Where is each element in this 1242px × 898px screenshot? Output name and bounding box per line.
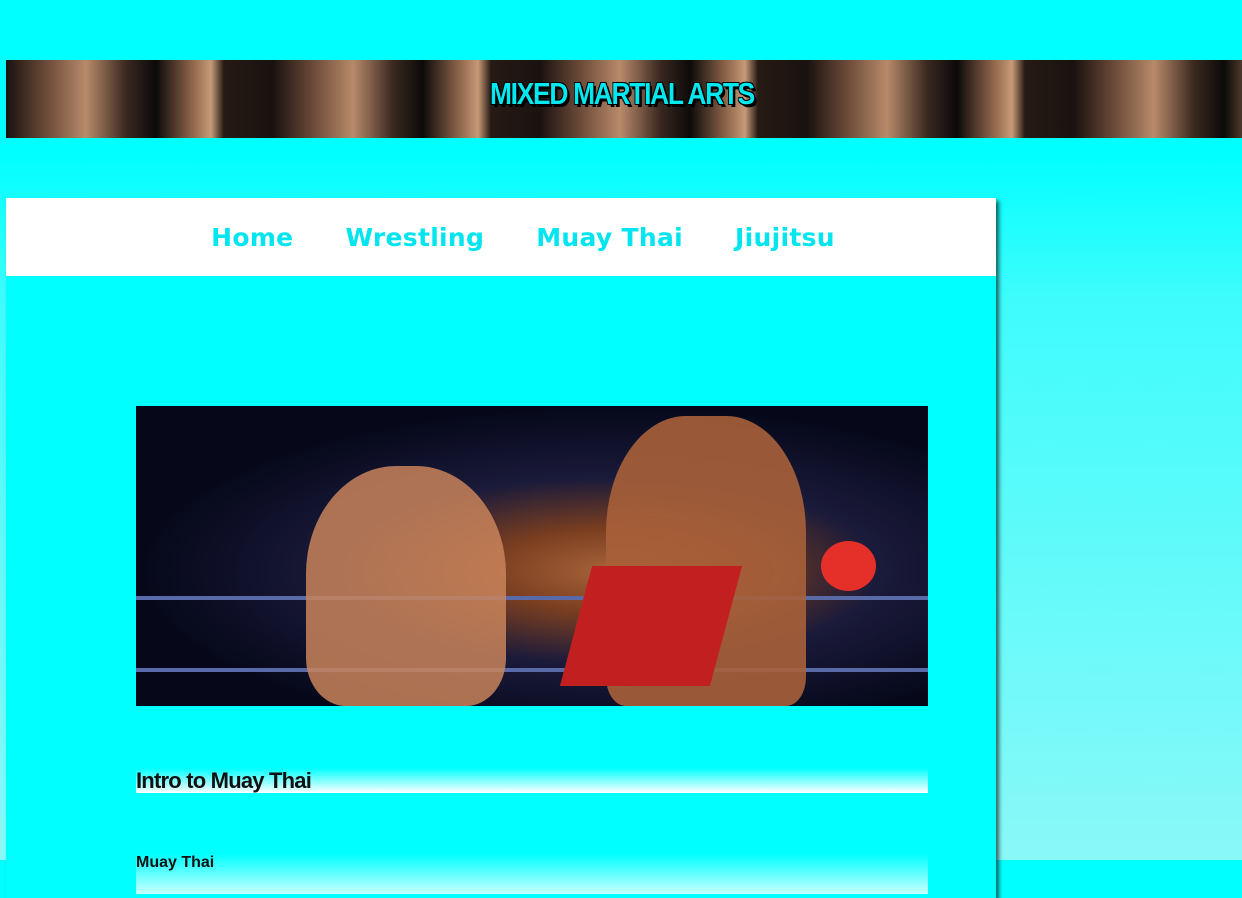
main-nav: Home Wrestling Muay Thai Jiujitsu bbox=[6, 198, 996, 276]
section-subheading: Muay Thai bbox=[136, 854, 928, 894]
nav-muay-thai[interactable]: Muay Thai bbox=[536, 223, 683, 252]
nav-jiujitsu[interactable]: Jiujitsu bbox=[735, 223, 835, 252]
section-heading: Intro to Muay Thai bbox=[136, 768, 928, 793]
header-banner: MIXED MARTIAL ARTS bbox=[6, 60, 1242, 138]
site-title: MIXED MARTIAL ARTS bbox=[490, 76, 755, 111]
nav-wrestling[interactable]: Wrestling bbox=[345, 223, 484, 252]
main-content: Home Wrestling Muay Thai Jiujitsu Intro … bbox=[6, 198, 996, 898]
muay-thai-fight-image bbox=[136, 406, 928, 706]
nav-home[interactable]: Home bbox=[211, 223, 293, 252]
